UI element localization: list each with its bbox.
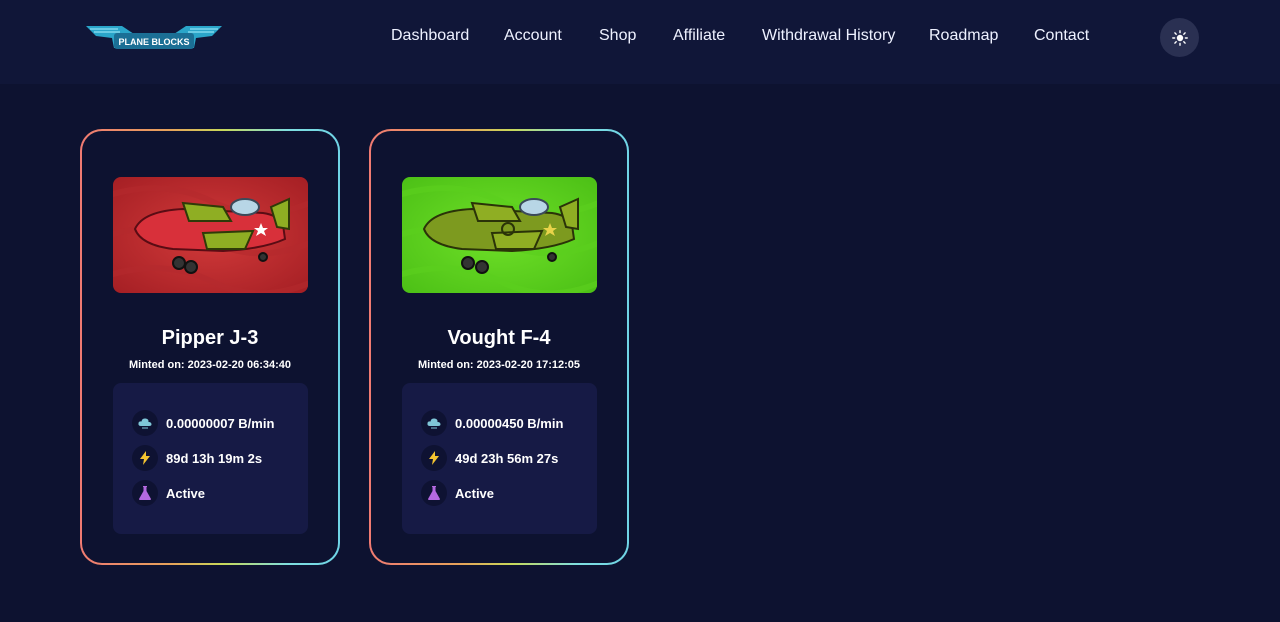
stat-rate: 0.00000007 B/min [132,410,302,436]
nav-dashboard[interactable]: Dashboard [391,27,469,45]
cloud-icon [421,410,447,436]
lightning-icon [132,445,158,471]
plane-card: Pipper J-3 Minted on: 2023-02-20 06:34:4… [80,129,340,565]
minted-date: Minted on: 2023-02-20 06:34:40 [128,359,291,371]
stat-time-value: 89d 13h 19m 2s [166,451,263,466]
plane-stats-panel: 0.00000450 B/min 49d 23h 56m 27s Active [402,383,597,534]
plane-name: Pipper J-3 [161,327,259,349]
cloud-icon [132,410,158,436]
plane-card-body: Vought F-4 Minted on: 2023-02-20 17:12:0… [371,131,627,563]
stat-status: Active [421,480,591,506]
lightning-icon [421,445,447,471]
blurred-heading [494,46,804,74]
plane-image-red [113,177,308,293]
stat-status: Active [132,480,302,506]
stat-status-value: Active [455,486,495,501]
plane-stats-panel: 0.00000007 B/min 89d 13h 19m 2s Active [113,383,308,534]
flask-icon [421,480,447,506]
nav-roadmap[interactable]: Roadmap [929,27,998,45]
nav-withdrawal-history[interactable]: Withdrawal History [762,27,895,45]
stat-time-value: 49d 23h 56m 27s [455,451,559,466]
main-nav: Dashboard Account Shop Affiliate Withdra… [0,27,1280,47]
stat-time: 49d 23h 56m 27s [421,445,591,471]
nav-account[interactable]: Account [504,27,562,45]
stat-rate-value: 0.00000450 B/min [455,416,564,431]
nav-affiliate[interactable]: Affiliate [673,27,725,45]
stat-rate-value: 0.00000007 B/min [166,416,275,431]
sun-icon [1171,29,1188,46]
stat-time: 89d 13h 19m 2s [132,445,302,471]
plane-card-body: Pipper J-3 Minted on: 2023-02-20 06:34:4… [82,131,338,563]
plane-card: Vought F-4 Minted on: 2023-02-20 17:12:0… [369,129,629,565]
nav-contact[interactable]: Contact [1034,27,1089,45]
stat-rate: 0.00000450 B/min [421,410,591,436]
flask-icon [132,480,158,506]
theme-toggle-button[interactable] [1160,18,1199,57]
stat-status-value: Active [166,486,206,501]
nav-shop[interactable]: Shop [599,27,636,45]
minted-date: Minted on: 2023-02-20 17:12:05 [417,359,580,371]
plane-name: Vought F-4 [447,327,551,349]
plane-image-green [402,177,597,293]
